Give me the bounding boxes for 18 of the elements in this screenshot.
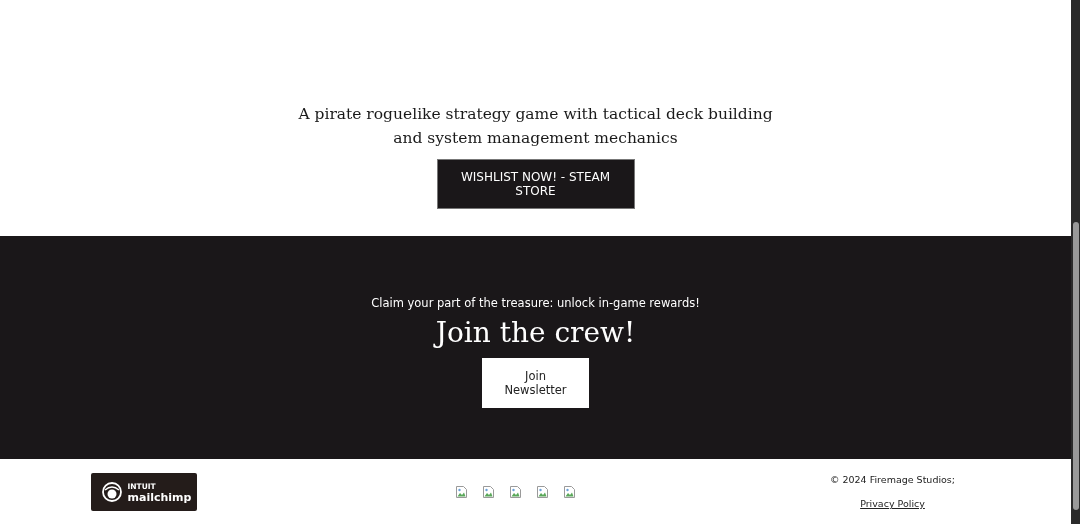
broken-image-icon	[537, 485, 548, 498]
privacy-policy-link[interactable]: Privacy Policy	[860, 498, 925, 509]
social-link[interactable]	[564, 485, 575, 498]
newsletter-subtitle: Claim your part of the treasure: unlock in-game rewards!	[371, 295, 700, 310]
scrollbar[interactable]	[1071, 0, 1080, 524]
copyright-text: © 2024 Firemage Studios;	[829, 474, 956, 485]
wishlist-button[interactable]: WISHLIST NOW! - STEAM STORE	[436, 159, 635, 209]
tagline: A pirate roguelike strategy game with tactical deck building and system management mechanics	[297, 104, 774, 149]
newsletter-button[interactable]: Join Newsletter	[482, 357, 589, 408]
broken-image-icon	[456, 485, 467, 498]
social-link[interactable]	[510, 485, 521, 498]
broken-image-icon	[564, 485, 575, 498]
broken-image-icon	[510, 485, 521, 498]
social-link[interactable]	[456, 485, 467, 498]
broken-image-icon	[483, 485, 494, 498]
newsletter-heading: Join the crew!	[435, 315, 636, 350]
social-link[interactable]	[537, 485, 548, 498]
social-link[interactable]	[483, 485, 494, 498]
